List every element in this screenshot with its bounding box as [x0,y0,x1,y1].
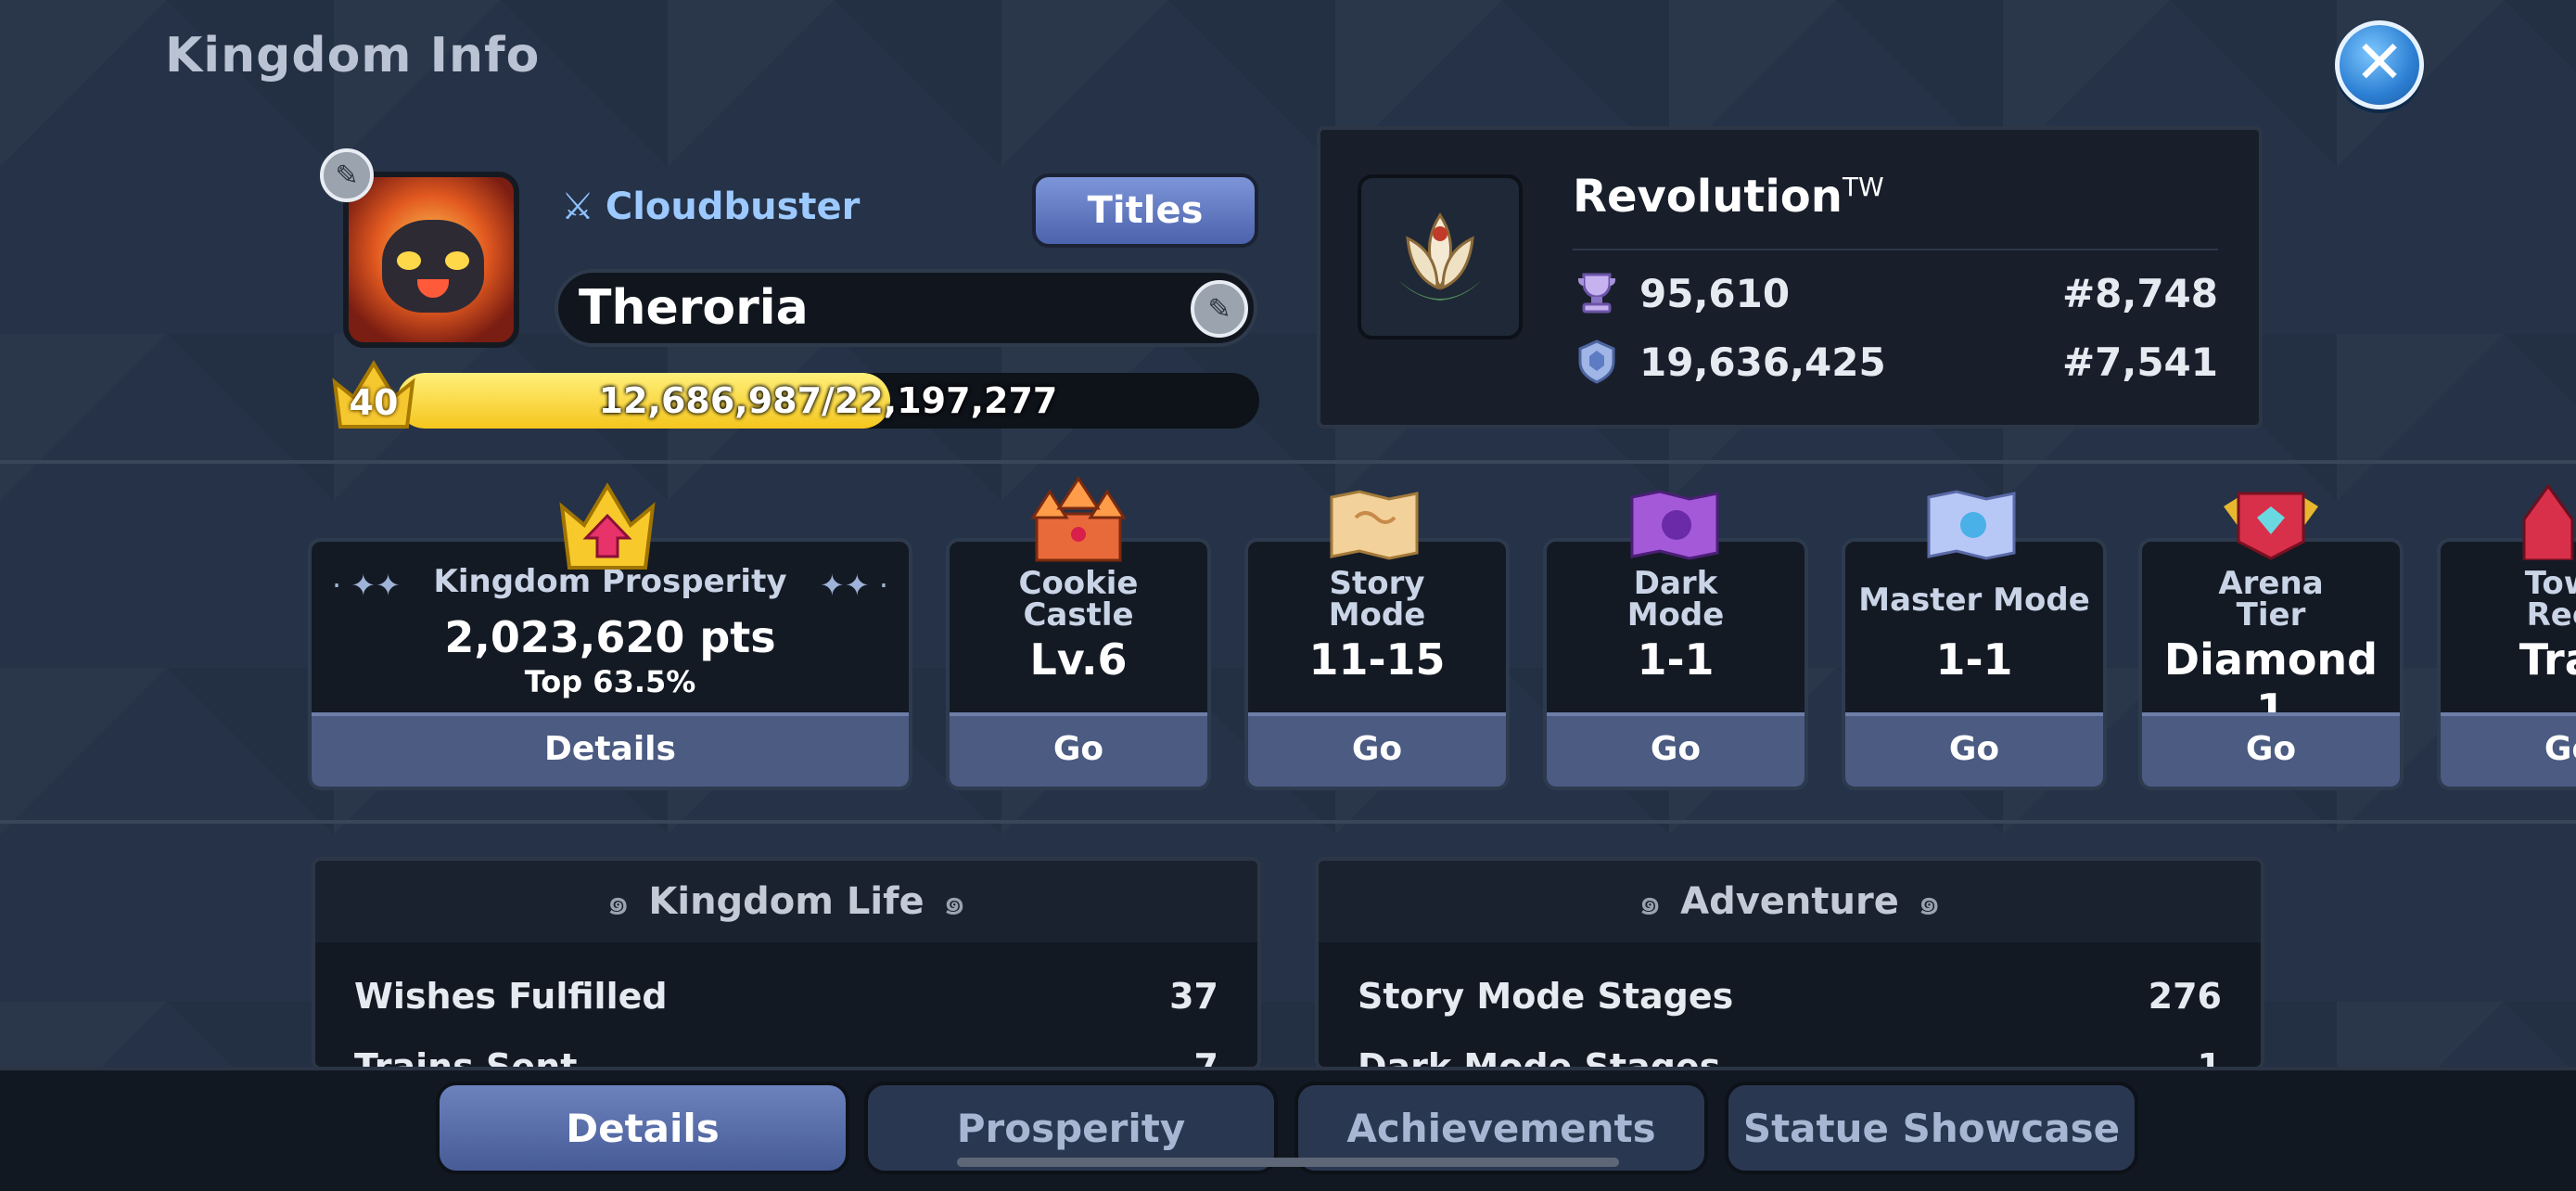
kingdom-life-panel: ๑ Kingdom Life ๑ Wishes Fulfilled 37 Tra… [312,857,1261,1070]
rank-title: ⚔ Cloudbuster [561,186,860,228]
guild-trophy-stat: 95,610 #8,748 [1573,267,2218,319]
guild-name: RevolutionTW [1573,171,1884,223]
avatar[interactable] [343,172,519,348]
guild-power: 19,636,425 [1639,339,1886,385]
player-name: Theroria [579,280,809,336]
tab-details[interactable]: Details [436,1082,849,1174]
dark-mode-go-button[interactable]: Go [1547,712,1804,787]
master-mode-go-button[interactable]: Go [1845,712,2103,787]
trophy-icon [1578,273,1615,314]
stat-value: 37 [1169,976,1218,1017]
xp-progress-bar: 12,686,987/22,197,277 [397,373,1259,429]
horizontal-scrollbar[interactable] [957,1158,1619,1167]
level-number: 40 [349,382,399,423]
story-map-icon [1328,490,1421,560]
edit-avatar-pencil-icon[interactable]: ✎ [320,148,374,202]
dark-mode-stage: 1-1 [1637,634,1715,685]
section-divider [0,460,2576,464]
level-badge: 40 [329,354,418,432]
tower-record-value: Tray [2519,634,2576,685]
master-mode-card[interactable]: Master Mode 1-1 Go [1842,538,2107,790]
lotus-emblem-icon [1358,174,1523,339]
cookie-castle-card[interactable]: Cookie Castle Lv.6 Go [946,538,1211,790]
guild-name-text: Revolution [1573,171,1843,223]
prosperity-top-percent: Top 63.5% [524,664,696,699]
story-mode-card[interactable]: Story Mode 11-15 Go [1244,538,1510,790]
master-mode-label: Master Mode [1858,582,2090,619]
page-title: Kingdom Info [165,28,541,83]
crossed-swords-icon: ⚔ [561,186,594,228]
swirl-icon: ๑ [1638,881,1663,924]
arena-banner-icon [2220,490,2322,560]
kingdom-prosperity-card[interactable]: · ✦✦ ✦✦ · Kingdom Prosperity 2,023,620 p… [308,538,912,790]
dark-mode-card[interactable]: Dark Mode 1-1 Go [1543,538,1808,790]
tab-statue-showcase[interactable]: Statue Showcase [1725,1082,2138,1174]
guild-trophies: 95,610 [1639,270,1791,316]
section-divider [0,820,2576,824]
rank-title-label: Cloudbuster [605,186,861,228]
story-mode-label: Story Mode [1328,565,1426,634]
edit-name-pencil-icon[interactable]: ✎ [1191,280,1248,338]
story-mode-stage: 11-15 [1308,634,1446,685]
kingdom-life-header: ๑ Kingdom Life ๑ [315,861,1257,942]
shield-power-icon [1578,339,1615,384]
story-mode-go-button[interactable]: Go [1248,712,1506,787]
prosperity-crown-icon [556,479,658,571]
prosperity-points: 2,023,620 pts [444,612,776,662]
adventure-title: Adventure [1680,880,1899,923]
guild-region: TW [1842,172,1884,202]
cookie-castle-label: Cookie Castle [1018,565,1139,634]
divider [1573,249,2218,250]
close-icon: ✕ [2354,29,2404,97]
tab-bar [0,1067,2576,1191]
list-item: Story Mode Stages 276 [1358,976,2222,1017]
player-name-field: Theroria ✎ [555,269,1257,347]
dark-map-icon [1628,490,1721,560]
adventure-panel: ๑ Adventure ๑ Story Mode Stages 276 Dark… [1315,857,2264,1070]
tower-record-label: ToweReco [2524,565,2576,634]
cookie-castle-icon [1027,471,1129,564]
xp-text: 12,686,987/22,197,277 [598,380,1058,421]
arena-tier-go-button[interactable]: Go [2142,712,2400,787]
arena-tier-card[interactable]: Arena Tier Diamond 1 Go [2138,538,2404,790]
cookie-castle-level: Lv.6 [1029,634,1128,685]
tower-icon [2520,482,2576,562]
stat-label: Wishes Fulfilled [354,976,668,1017]
master-mode-stage: 1-1 [1935,634,2013,685]
tower-record-go-button[interactable]: Go [2441,712,2576,787]
avatar-face [382,220,484,313]
kingdom-life-title: Kingdom Life [648,880,925,923]
stat-value: 276 [2148,976,2222,1017]
list-item: Wishes Fulfilled 37 [354,976,1218,1017]
master-map-icon [1925,490,2018,560]
tower-record-card[interactable]: ToweReco Tray Go [2437,538,2576,790]
guild-power-stat: 19,636,425 #7,541 [1573,336,2218,388]
guild-panel[interactable]: RevolutionTW 95,610 #8,748 19,636,425 #7… [1317,126,2263,429]
close-button[interactable]: ✕ [2335,20,2424,109]
cookie-castle-go-button[interactable]: Go [950,712,1207,787]
guild-power-rank: #7,541 [2061,339,2218,385]
dark-mode-label: Dark Mode [1626,565,1725,634]
prosperity-details-button[interactable]: Details [312,712,909,787]
guild-trophies-rank: #8,748 [2061,270,2218,316]
arena-tier-label: Arena Tier [2218,565,2324,634]
stat-label: Story Mode Stages [1358,976,1734,1017]
adventure-header: ๑ Adventure ๑ [1319,861,2261,942]
titles-button[interactable]: Titles [1032,173,1258,248]
swirl-icon: ๑ [942,881,967,924]
swirl-icon: ๑ [606,881,631,924]
swirl-icon: ๑ [1917,881,1942,924]
